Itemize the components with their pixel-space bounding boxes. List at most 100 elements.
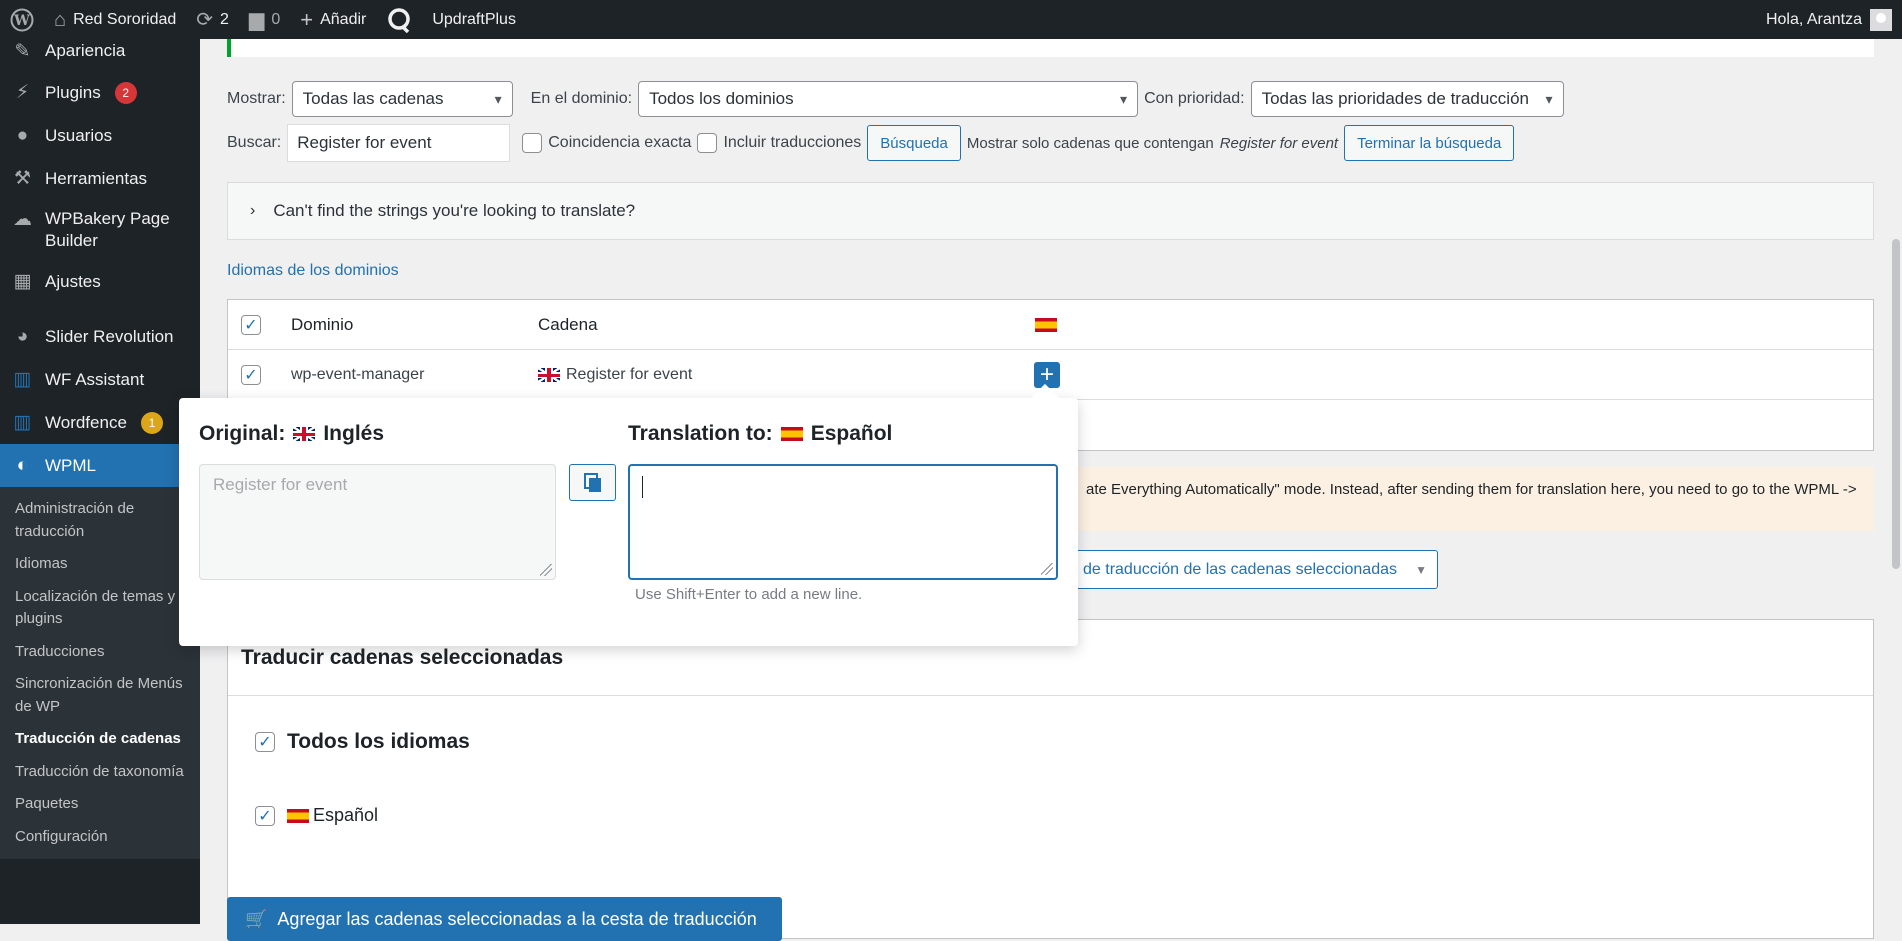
- domain-languages-link[interactable]: Idiomas de los dominios: [227, 262, 399, 280]
- chevron-down-icon: ▾: [1120, 90, 1128, 107]
- show-label: Mostrar:: [227, 90, 286, 107]
- add-to-basket-button[interactable]: 🛒 Agregar las cadenas seleccionadas a la…: [227, 897, 782, 941]
- comments-count: 0: [271, 10, 281, 28]
- chevron-right-icon: ›: [250, 202, 256, 219]
- spanish-option[interactable]: ✓ Español: [255, 805, 378, 826]
- my-account[interactable]: Hola, Arantza: [1765, 8, 1902, 31]
- all-languages-checkbox[interactable]: ✓: [255, 732, 275, 752]
- copy-original-button[interactable]: [569, 464, 616, 501]
- menu-label: Plugins: [45, 82, 101, 102]
- updates-icon: ⟳: [196, 8, 214, 31]
- priority-filter-value: Todas las prioridades de traducción: [1261, 89, 1529, 108]
- menu-label: Slider Revolution: [45, 326, 174, 346]
- wordfence-badge: 1: [140, 411, 163, 434]
- wpml-icon: ◐: [16, 454, 29, 476]
- spanish-checkbox[interactable]: ✓: [255, 805, 275, 826]
- cant-find-text: Can't find the strings you're looking to…: [273, 201, 636, 220]
- menu-label: Wordfence: [45, 412, 127, 432]
- submenu-theme-plugin-localization[interactable]: Localización de temas y plugins: [0, 581, 200, 636]
- translation-language: Español: [810, 422, 893, 445]
- updraftplus-label: UpdraftPlus: [432, 10, 516, 28]
- submenu-menu-sync[interactable]: Sincronización de Menús de WP: [0, 668, 200, 723]
- set-priority-select[interactable]: de traducción de las cadenas seleccionad…: [1060, 550, 1438, 589]
- priority-filter-select[interactable]: Todas las prioridades de traducción ▾: [1250, 81, 1564, 117]
- add-to-basket-label: Agregar las cadenas seleccionadas a la c…: [277, 908, 757, 929]
- page-scrollbar[interactable]: [1890, 39, 1902, 924]
- menu-wpbakery[interactable]: ☁ WPBakery Page Builder: [0, 200, 200, 260]
- submenu-languages[interactable]: Idiomas: [0, 548, 200, 581]
- menu-users[interactable]: ● Usuarios: [0, 114, 200, 157]
- resize-handle-icon[interactable]: [540, 564, 552, 576]
- menu-label: Herramientas: [45, 168, 148, 188]
- menu-wordfence[interactable]: ▥ Wordfence 1: [0, 401, 200, 444]
- wrench-icon: ⚒: [13, 168, 32, 189]
- end-search-button[interactable]: Terminar la búsqueda: [1344, 125, 1515, 161]
- wpml-adminbar-link[interactable]: [376, 0, 422, 39]
- wordpress-icon: W: [10, 8, 34, 31]
- all-languages-option[interactable]: ✓ Todos los idiomas: [255, 730, 470, 754]
- text-caret: [642, 476, 643, 498]
- include-translations-checkbox[interactable]: [697, 133, 718, 153]
- submenu-translation-management[interactable]: Administración de traducción: [0, 493, 200, 548]
- chevron-down-icon: ▾: [1545, 90, 1553, 107]
- showing-prefix: Mostrar solo cadenas que contengan: [966, 134, 1214, 152]
- spanish-flag-icon: [287, 808, 309, 823]
- basket-icon: 🛒: [245, 908, 268, 929]
- site-name-link[interactable]: ⌂ Red Sororidad: [44, 0, 186, 39]
- svg-text:W: W: [13, 13, 30, 29]
- include-translations-label: Incluir traducciones: [723, 134, 862, 151]
- menu-plugins[interactable]: ⚡ Plugins 2: [0, 71, 200, 114]
- comments-link[interactable]: ▆ 0: [239, 0, 290, 39]
- exact-match-checkbox[interactable]: [522, 133, 543, 153]
- add-new-link[interactable]: + Añadir: [290, 0, 376, 39]
- add-new-label: Añadir: [320, 10, 367, 28]
- menu-label: Usuarios: [45, 125, 113, 145]
- row-string: Register for event: [566, 366, 693, 383]
- plus-icon: +: [300, 6, 314, 32]
- domain-label: En el dominio:: [530, 90, 633, 107]
- home-icon: ⌂: [54, 8, 67, 31]
- add-translation-button[interactable]: +: [1034, 362, 1060, 388]
- string-header: Cadena: [538, 315, 598, 334]
- updates-count: 2: [220, 10, 229, 28]
- priority-label: Con prioridad:: [1144, 90, 1245, 107]
- search-button[interactable]: Búsqueda: [867, 125, 961, 161]
- scrollbar-thumb[interactable]: [1892, 239, 1900, 569]
- menu-label: WF Assistant: [45, 369, 145, 389]
- translation-textarea[interactable]: [628, 464, 1058, 580]
- show-select[interactable]: Todas las cadenas ▾: [291, 81, 513, 117]
- translate-selected-panel: Traducir cadenas seleccionadas ✓ Todos l…: [227, 619, 1874, 939]
- paintbrush-icon: ✎: [14, 40, 31, 62]
- row-domain: wp-event-manager: [291, 366, 425, 383]
- submenu-packages[interactable]: Paquetes: [0, 788, 200, 821]
- menu-slider-revolution[interactable]: ◕ Slider Revolution: [0, 315, 200, 358]
- submenu-taxonomy-translation[interactable]: Traducción de taxonomía: [0, 756, 200, 789]
- table-header: ✓ Dominio Cadena: [228, 300, 1873, 350]
- greeting: Hola, Arantza: [1765, 10, 1862, 28]
- menu-appearance[interactable]: ✎ Apariencia: [0, 39, 200, 63]
- menu-settings[interactable]: ▦ Ajustes: [0, 260, 200, 303]
- original-label: Original:: [199, 422, 286, 445]
- select-all-checkbox[interactable]: ✓: [241, 315, 261, 335]
- wpml-submenu: Administración de traducción Idiomas Loc…: [0, 487, 200, 859]
- menu-tools[interactable]: ⚒ Herramientas: [0, 157, 200, 200]
- domain-select[interactable]: Todos los dominios ▾: [638, 81, 1139, 117]
- menu-label: Apariencia: [45, 41, 126, 60]
- menu-wpml[interactable]: ◐ WPML: [0, 444, 200, 487]
- search-input[interactable]: Register for event: [287, 124, 511, 162]
- submenu-string-translation[interactable]: Traducción de cadenas: [0, 723, 200, 756]
- row-checkbox[interactable]: ✓: [241, 365, 261, 385]
- exact-match-label: Coincidencia exacta: [548, 134, 692, 151]
- menu-wf-assistant[interactable]: ▥ WF Assistant: [0, 358, 200, 401]
- submenu-settings[interactable]: Configuración: [0, 821, 200, 854]
- spanish-flag-icon: [780, 427, 803, 441]
- original-language: Inglés: [323, 422, 385, 445]
- resize-handle-icon[interactable]: [1041, 563, 1053, 575]
- cant-find-toggle[interactable]: › Can't find the strings you're looking …: [227, 182, 1874, 240]
- user-icon: ●: [16, 124, 29, 146]
- submenu-translations[interactable]: Traducciones: [0, 636, 200, 669]
- original-heading: Original: Inglés: [199, 422, 384, 446]
- updates-link[interactable]: ⟳ 2: [186, 0, 239, 39]
- wordpress-logo[interactable]: W: [0, 0, 44, 39]
- updraftplus-link[interactable]: UpdraftPlus: [422, 0, 526, 39]
